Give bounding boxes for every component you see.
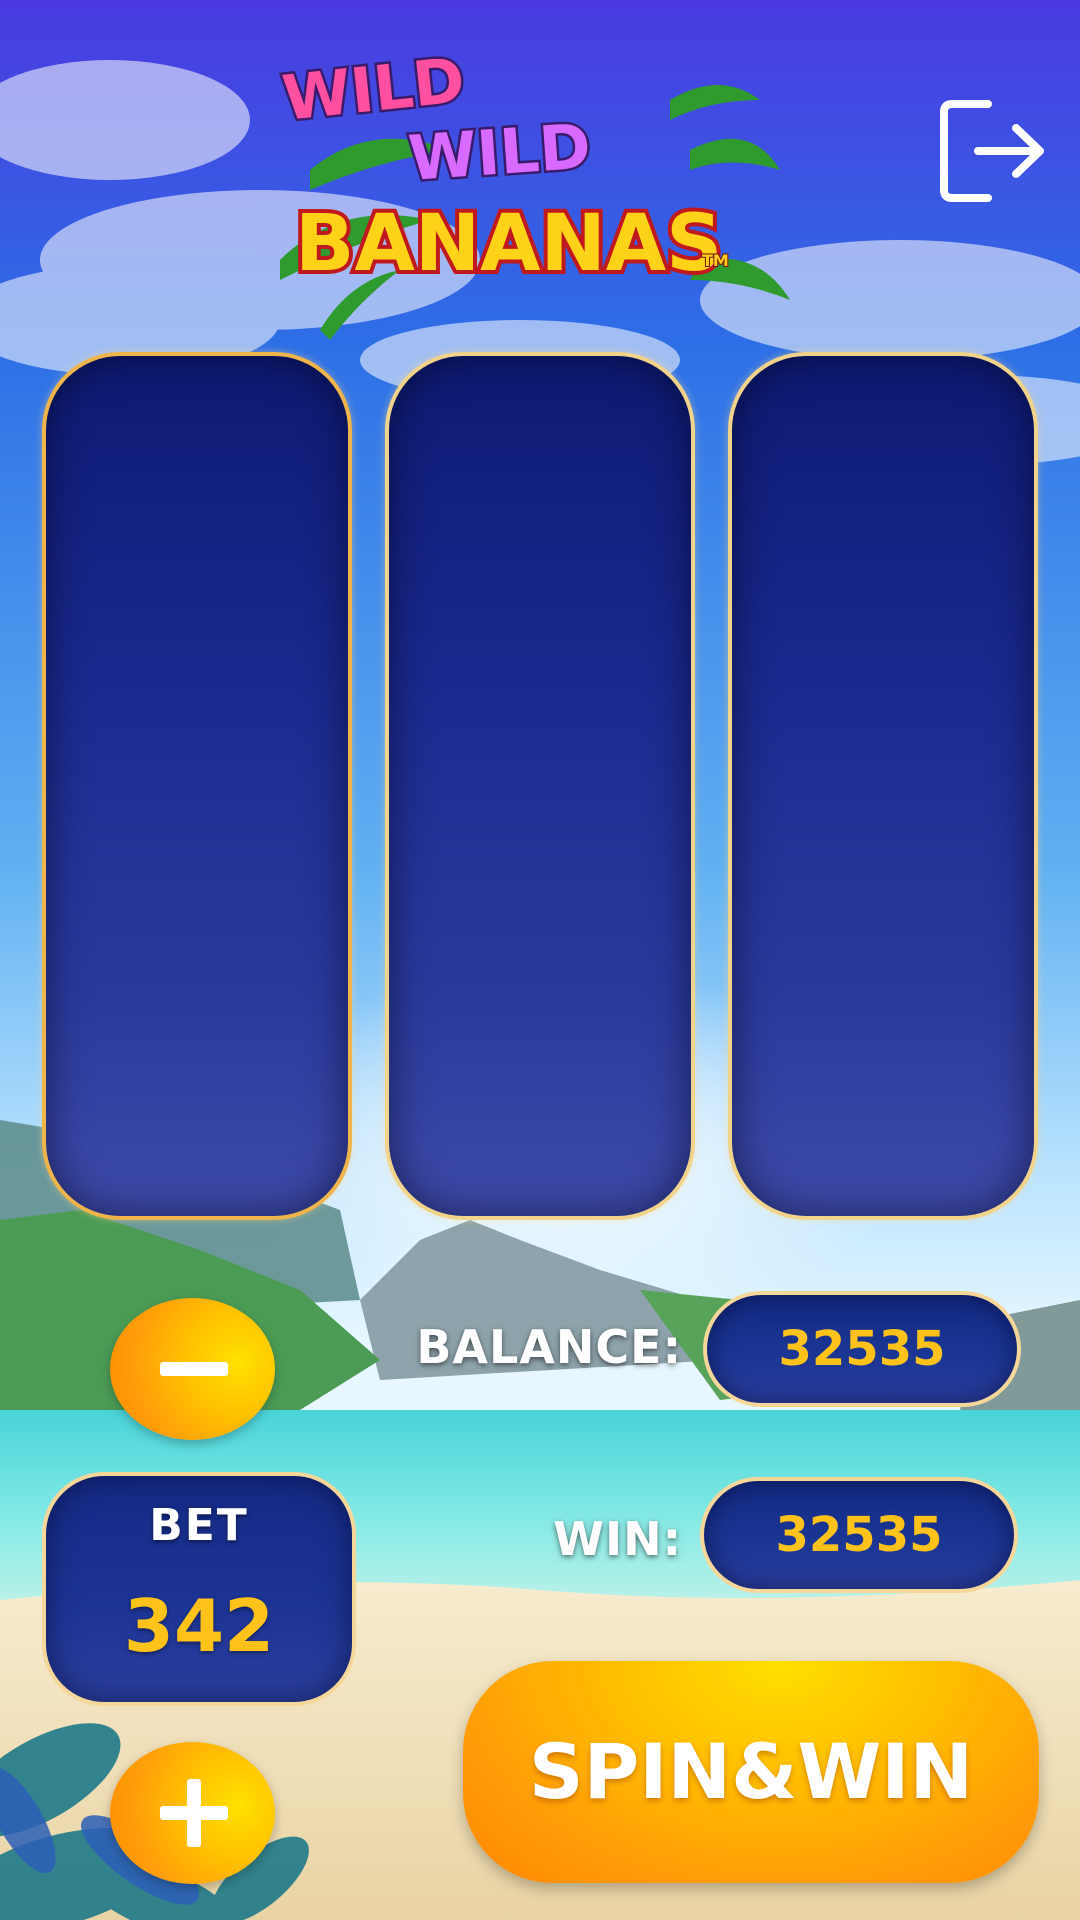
- spin-button-label: SPIN&WIN: [528, 1727, 974, 1816]
- reel-3: [728, 352, 1038, 1220]
- reel-2: [385, 352, 695, 1220]
- win-label: WIN:: [553, 1512, 682, 1566]
- balance-value: 32535: [778, 1321, 946, 1377]
- exit-button[interactable]: [938, 98, 1050, 204]
- win-value: 32535: [775, 1507, 943, 1563]
- decrease-bet-button[interactable]: [110, 1298, 275, 1440]
- reel-1: [42, 352, 352, 1220]
- bet-label: BET: [149, 1500, 249, 1551]
- minus-icon: [160, 1362, 228, 1376]
- svg-text:BANANAS: BANANAS: [295, 199, 722, 289]
- bet-panel: BET 342: [42, 1472, 356, 1706]
- increase-bet-button[interactable]: [110, 1742, 275, 1884]
- plus-icon: [160, 1779, 228, 1847]
- win-display: 32535: [700, 1477, 1018, 1593]
- exit-icon: [940, 100, 1044, 202]
- game-logo: WILD WILD BANANAS TM: [276, 41, 790, 340]
- svg-text:TM: TM: [702, 251, 729, 270]
- game-screen: WILD WILD BANANAS TM BET 342 BALANCE: 32…: [0, 0, 1080, 1920]
- balance-display: 32535: [703, 1291, 1021, 1407]
- balance-label: BALANCE:: [416, 1320, 682, 1374]
- bet-value: 342: [123, 1584, 275, 1668]
- spin-button[interactable]: SPIN&WIN: [463, 1661, 1039, 1883]
- svg-text:WILD: WILD: [406, 109, 593, 195]
